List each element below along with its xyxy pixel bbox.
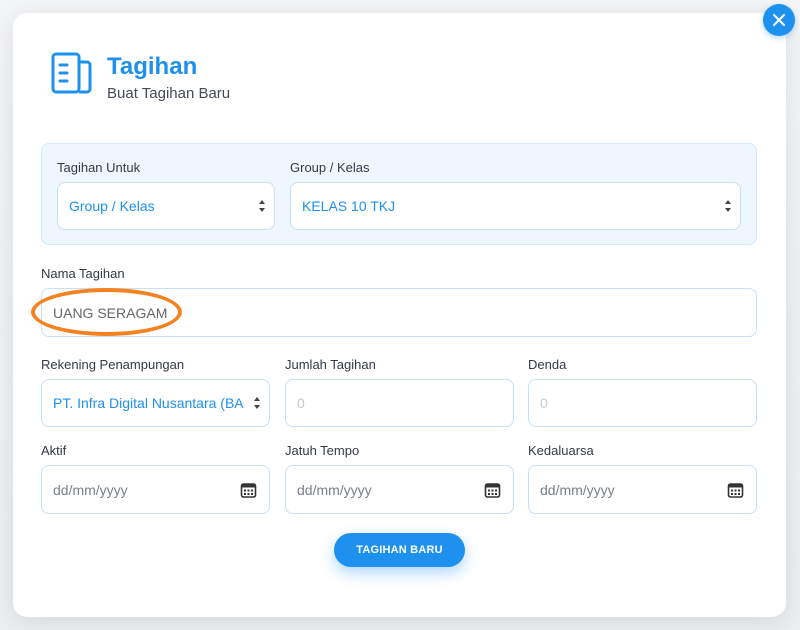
tagihan-untuk-value: Group / Kelas: [69, 198, 155, 214]
tagihan-untuk-select[interactable]: Group / Kelas: [57, 182, 275, 230]
select-arrows-icon: [254, 397, 260, 409]
aktif-date-input[interactable]: dd/mm/yyyy: [41, 465, 270, 514]
group-kelas-label: Group / Kelas: [290, 160, 370, 175]
select-arrows-icon: [259, 200, 265, 212]
rekening-select[interactable]: PT. Infra Digital Nusantara (BA: [41, 379, 270, 427]
nama-tagihan-input[interactable]: UANG SERAGAM: [41, 288, 757, 337]
calendar-icon[interactable]: [727, 481, 744, 498]
document-list-icon: [51, 52, 92, 94]
rekening-label: Rekening Penampungan: [41, 357, 185, 372]
aktif-placeholder: dd/mm/yyyy: [53, 481, 128, 498]
kedaluarsa-label: Kedaluarsa: [528, 443, 594, 458]
jumlah-tagihan-input[interactable]: 0: [285, 379, 514, 427]
nama-tagihan-value: UANG SERAGAM: [53, 304, 168, 321]
tagihan-untuk-label: Tagihan Untuk: [57, 160, 141, 175]
jatuh-tempo-date-input[interactable]: dd/mm/yyyy: [285, 465, 514, 514]
tagihan-baru-button[interactable]: TAGIHAN BARU: [334, 533, 465, 567]
aktif-label: Aktif: [41, 443, 67, 458]
kedaluarsa-placeholder: dd/mm/yyyy: [540, 481, 615, 498]
denda-input[interactable]: 0: [528, 379, 757, 427]
calendar-icon[interactable]: [240, 481, 257, 498]
select-arrows-icon: [725, 200, 731, 212]
close-button[interactable]: [763, 4, 795, 36]
page-subtitle: Buat Tagihan Baru: [107, 85, 231, 102]
denda-placeholder: 0: [540, 395, 548, 411]
close-icon: [773, 14, 785, 26]
rekening-value: PT. Infra Digital Nusantara (BA: [53, 395, 244, 411]
calendar-icon[interactable]: [484, 481, 501, 498]
jumlah-tagihan-placeholder: 0: [297, 395, 305, 411]
kedaluarsa-date-input[interactable]: dd/mm/yyyy: [528, 465, 757, 514]
jatuh-tempo-placeholder: dd/mm/yyyy: [297, 481, 372, 498]
group-kelas-select[interactable]: KELAS 10 TKJ: [290, 182, 741, 230]
nama-tagihan-label: Nama Tagihan: [41, 266, 125, 281]
group-kelas-value: KELAS 10 TKJ: [302, 198, 396, 214]
jatuh-tempo-label: Jatuh Tempo: [285, 443, 360, 458]
denda-label: Denda: [528, 357, 567, 372]
page-title: Tagihan: [107, 53, 198, 80]
jumlah-tagihan-label: Jumlah Tagihan: [285, 357, 376, 372]
